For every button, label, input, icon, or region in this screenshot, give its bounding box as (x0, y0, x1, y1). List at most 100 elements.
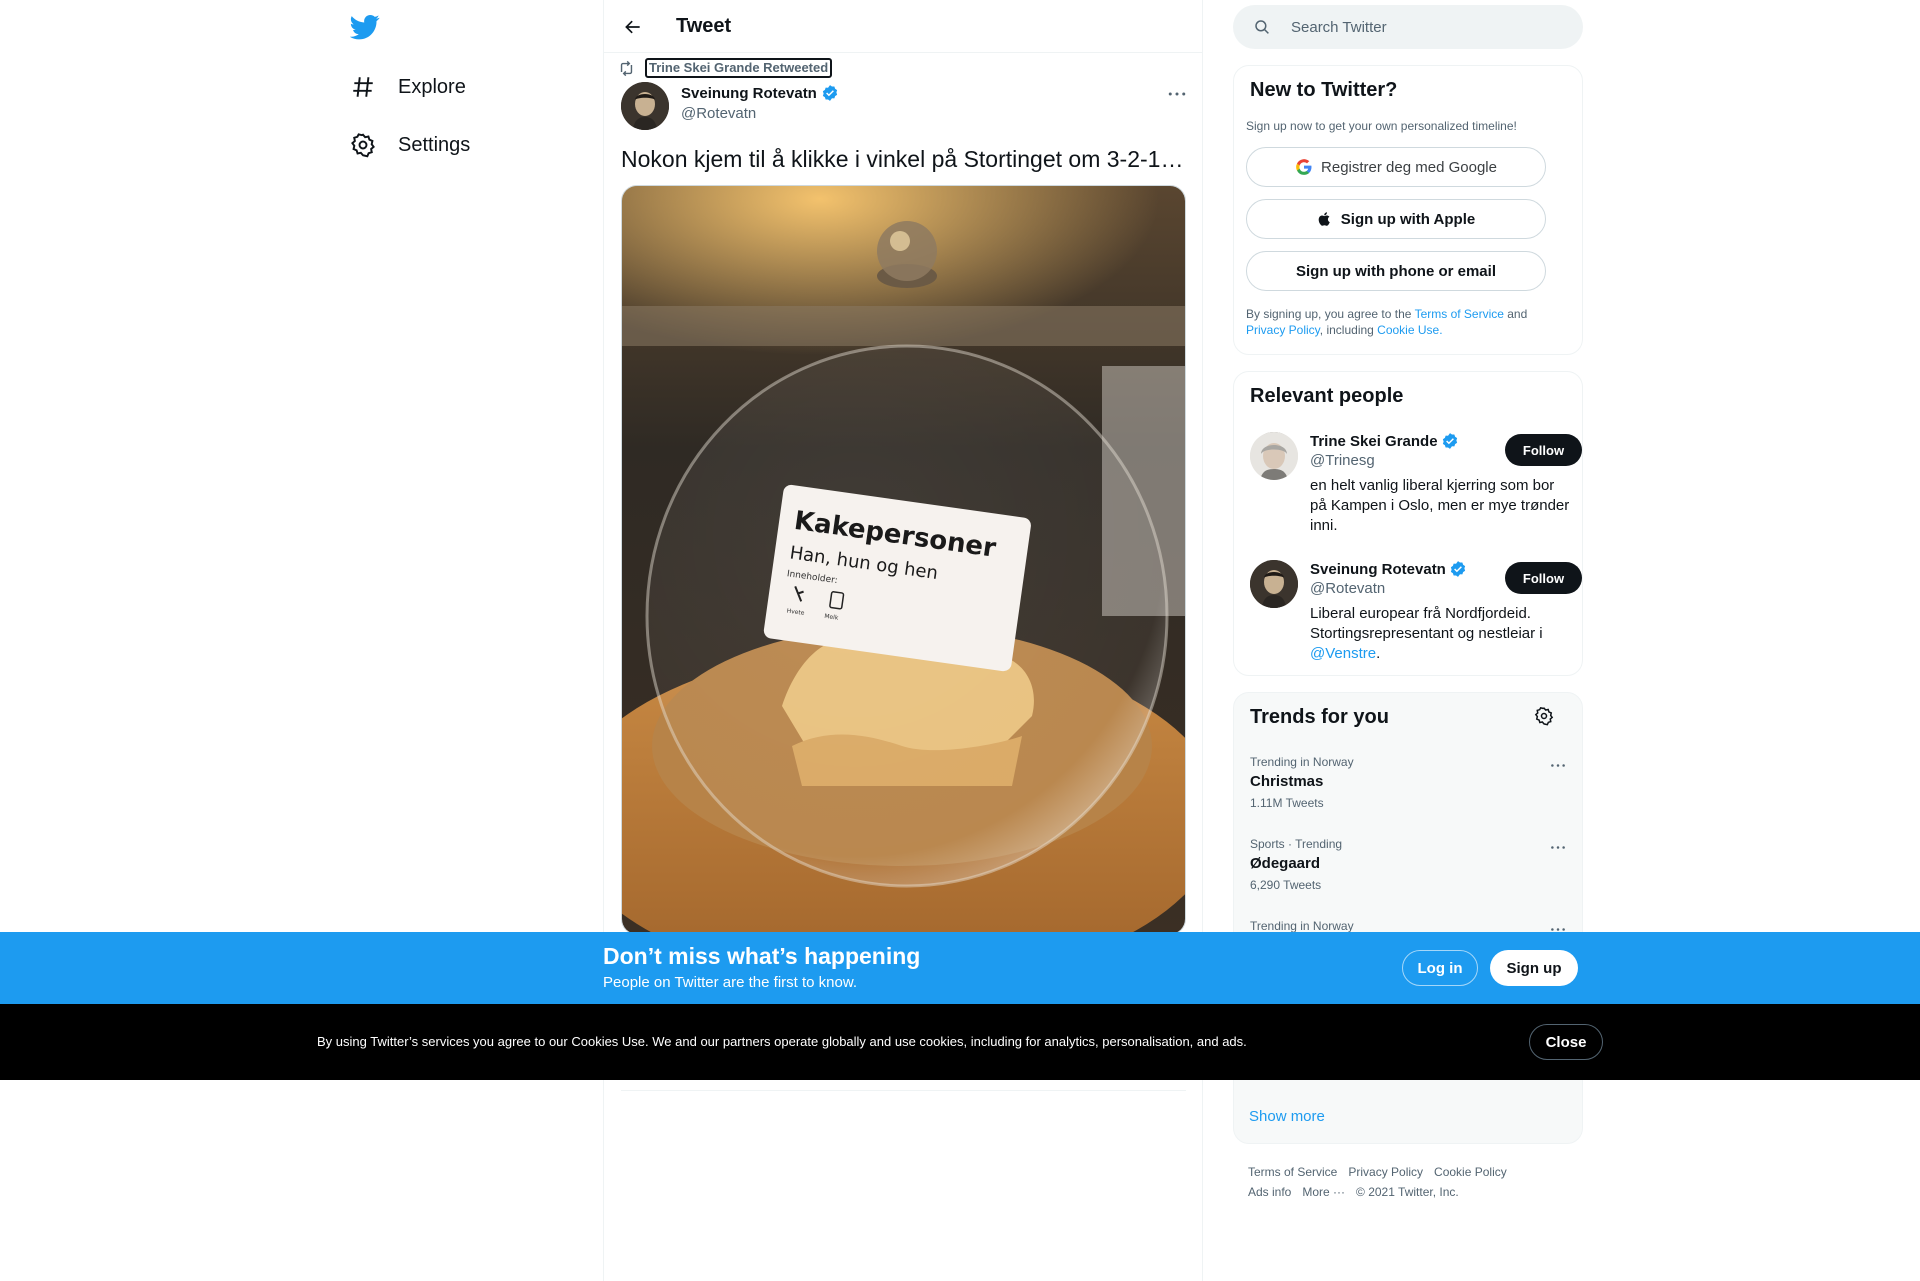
tweet-column: Tweet Trine Skei Grande Retweeted Sveinu… (603, 0, 1203, 1281)
google-icon (1295, 158, 1313, 176)
footer-privacy-link[interactable]: Privacy Policy (1348, 1165, 1423, 1179)
footer-terms-link[interactable]: Terms of Service (1248, 1165, 1337, 1179)
trend-meta: Trending in Norway (1250, 755, 1354, 769)
signup-button[interactable]: Sign up (1490, 950, 1578, 986)
person-bio: Liberal europear frå Nordfjordeid. Stort… (1310, 604, 1572, 664)
retweet-icon (618, 60, 635, 77)
terms-and: and (1503, 307, 1528, 321)
cookie-use-link[interactable]: Cookie Use. (1377, 323, 1442, 337)
search-placeholder: Search Twitter (1291, 18, 1387, 36)
signup-card: New to Twitter? Sign up now to get your … (1233, 65, 1583, 355)
more-dots-icon (1168, 92, 1186, 96)
trend-item[interactable]: Trending in Norway Christmas 1.11M Tweet… (1250, 755, 1570, 810)
hashtag-icon (350, 74, 376, 100)
tweet-text: Nokon kjem til å klikke i vinkel på Stor… (621, 146, 1184, 172)
terms-including: , including (1319, 323, 1378, 337)
apple-signup-label: Sign up with Apple (1340, 210, 1476, 228)
trend-name: Christmas (1250, 773, 1324, 790)
footer-copyright: © 2021 Twitter, Inc. (1356, 1185, 1459, 1199)
back-button[interactable] (618, 12, 648, 42)
footer-links: Terms of Service Privacy Policy Cookie Pol… (1248, 1162, 1568, 1202)
person-name[interactable]: Sveinung Rotevatn (1310, 560, 1467, 578)
terms-prefix: By signing up, you agree to the (1246, 307, 1415, 321)
banner-title: Don’t miss what’s happening (603, 943, 921, 969)
gear-icon (1534, 706, 1554, 726)
avatar[interactable] (621, 82, 669, 130)
person-bio: en helt vanlig liberal kjerring som bor … (1310, 477, 1570, 534)
signup-subtitle: Sign up now to get your own personalized… (1246, 119, 1517, 133)
trend-count: 1.11M Tweets (1250, 796, 1324, 810)
trend-meta: Trending in Norway (1250, 919, 1354, 933)
phone-email-signup-button[interactable]: Sign up with phone or email (1246, 251, 1546, 291)
author-name[interactable]: Sveinung Rotevatn (681, 84, 839, 102)
person-name-text: Trine Skei Grande (1310, 432, 1438, 450)
cookie-close-button[interactable]: Close (1529, 1024, 1603, 1060)
author-name-text: Sveinung Rotevatn (681, 84, 817, 102)
google-signup-button[interactable]: Registrer deg med Google (1246, 147, 1546, 187)
cookie-consent-bar: By using Twitter’s services you agree to… (0, 1004, 1920, 1080)
signup-terms: By signing up, you agree to the Terms of… (1246, 306, 1566, 338)
trend-more-button[interactable] (1546, 837, 1570, 857)
trend-more-button[interactable] (1546, 755, 1570, 775)
author-handle[interactable]: @Rotevatn (681, 105, 839, 122)
retweet-context: Trine Skei Grande Retweeted (618, 58, 833, 78)
footer-more-link[interactable]: More ··· (1302, 1185, 1345, 1199)
mention-link[interactable]: @Venstre (1310, 645, 1376, 662)
person-name[interactable]: Trine Skei Grande (1310, 432, 1459, 450)
gear-icon (350, 132, 376, 158)
nav-explore[interactable]: Explore (350, 63, 466, 111)
google-signup-label: Registrer deg med Google (1321, 158, 1497, 176)
footer-cookie-link[interactable]: Cookie Policy (1434, 1165, 1507, 1179)
terms-of-service-link[interactable]: Terms of Service (1415, 307, 1504, 321)
person-bio-text: Liberal europear frå Nordfjordeid. Stort… (1310, 605, 1543, 642)
trend-name: Ødegaard (1250, 855, 1321, 872)
person-handle[interactable]: @Rotevatn (1310, 580, 1385, 597)
nav-explore-label: Explore (398, 75, 466, 98)
trends-title: Trends for you (1250, 706, 1389, 728)
login-banner: Don’t miss what’s happening People on Tw… (0, 932, 1920, 1004)
tweet-more-button[interactable] (1164, 84, 1190, 104)
nav-settings-label: Settings (398, 133, 471, 156)
trends-settings-button[interactable] (1534, 706, 1558, 730)
verified-badge-icon (1441, 432, 1459, 450)
retweeted-by-link[interactable]: Trine Skei Grande Retweeted (645, 58, 833, 78)
tweet-header: Tweet (604, 0, 1202, 53)
cake-dome-photo: Kakepersoner Han, hun og hen Inneholder:… (622, 186, 1185, 934)
nav-settings[interactable]: Settings (350, 121, 470, 169)
arrow-left-icon (625, 20, 640, 34)
verified-badge-icon (1449, 560, 1467, 578)
follow-button[interactable]: Follow (1505, 562, 1582, 594)
login-button[interactable]: Log in (1402, 950, 1478, 986)
verified-badge-icon (821, 84, 839, 102)
tweet-author[interactable]: Sveinung Rotevatn @Rotevatn (621, 82, 839, 130)
phone-email-signup-label: Sign up with phone or email (1295, 262, 1496, 280)
person-handle[interactable]: @Trinesg (1310, 452, 1375, 469)
more-dots-icon (1551, 763, 1565, 767)
relevant-people-card: Relevant people Trine Skei Grande @Trine… (1233, 371, 1583, 676)
page-title: Tweet (676, 15, 732, 37)
show-more-link[interactable]: Show more (1249, 1108, 1325, 1125)
person-bio-end: . (1376, 645, 1381, 662)
trend-item[interactable]: Sports · Trending Ødegaard 6,290 Tweets (1250, 837, 1570, 892)
avatar[interactable] (1250, 432, 1298, 480)
twitter-logo-icon[interactable] (350, 12, 382, 44)
trend-item[interactable]: Trending in Norway (1250, 919, 1570, 933)
trend-count: 6,290 Tweets (1250, 878, 1322, 892)
divider (621, 1090, 1186, 1091)
apple-signup-button[interactable]: Sign up with Apple (1246, 199, 1546, 239)
search-icon (1253, 18, 1271, 36)
search-input[interactable]: Search Twitter (1233, 5, 1583, 49)
trend-meta: Sports · Trending (1250, 837, 1343, 851)
apple-icon (1317, 210, 1333, 228)
footer-ads-link[interactable]: Ads info (1248, 1185, 1291, 1199)
tweet-photo[interactable]: Kakepersoner Han, hun og hen Inneholder:… (621, 185, 1186, 935)
more-dots-icon (1551, 927, 1565, 931)
cookie-text: By using Twitter’s services you agree to… (317, 1034, 1247, 1049)
person-item[interactable]: Sveinung Rotevatn @Rotevatn Liberal euro… (1250, 560, 1582, 670)
avatar[interactable] (1250, 560, 1298, 608)
follow-button[interactable]: Follow (1505, 434, 1582, 466)
person-item[interactable]: Trine Skei Grande @Trinesg en helt vanli… (1250, 432, 1582, 542)
person-name-text: Sveinung Rotevatn (1310, 560, 1446, 578)
more-dots-icon (1551, 845, 1565, 849)
privacy-policy-link[interactable]: Privacy Policy (1246, 323, 1320, 337)
